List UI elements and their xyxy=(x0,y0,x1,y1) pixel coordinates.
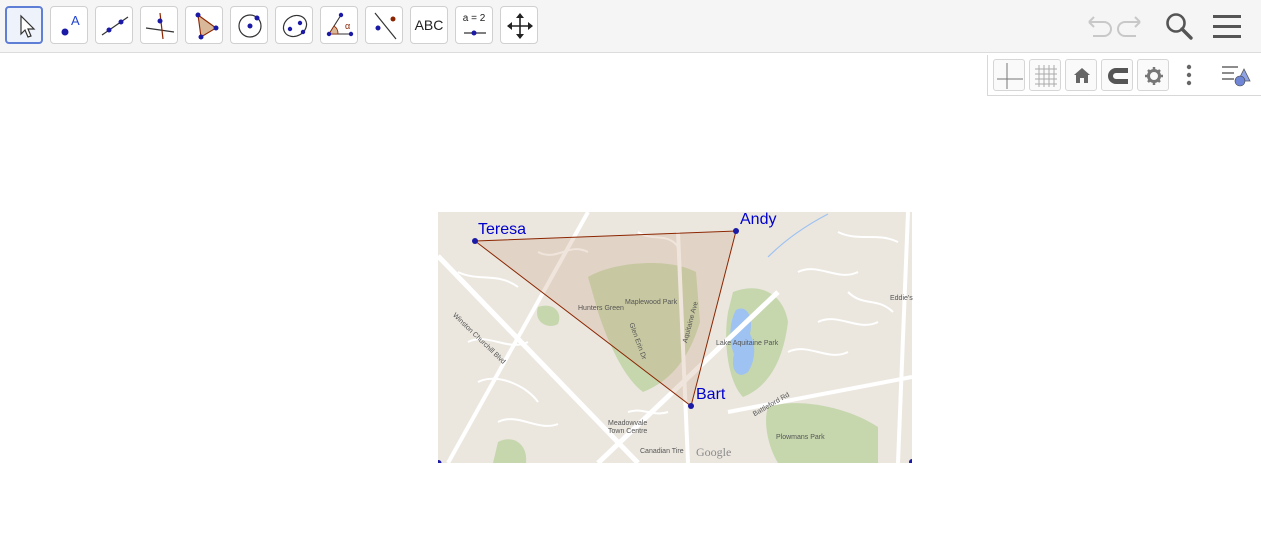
text-tool-label: ABC xyxy=(414,17,444,33)
polygon-tool-button[interactable] xyxy=(185,6,223,44)
axes-icon xyxy=(997,63,1023,89)
redo-icon xyxy=(1117,16,1141,37)
circle-icon xyxy=(238,14,262,38)
circle-tool-button[interactable] xyxy=(230,6,268,44)
more-icon xyxy=(1186,64,1192,86)
text-tool-button[interactable]: ABC xyxy=(410,6,448,44)
reflect-icon xyxy=(374,12,397,40)
search-button[interactable] xyxy=(1161,8,1197,44)
map-image[interactable]: Hunters Green Maplewood Park Lake Aquita… xyxy=(435,211,915,466)
map-label-maplewood-park: Maplewood Park xyxy=(625,299,678,306)
ellipse-tool-button[interactable] xyxy=(275,6,313,44)
undo-icon xyxy=(1088,16,1112,37)
slider-tool-button[interactable]: a = 2 xyxy=(455,6,493,44)
point-icon xyxy=(61,28,69,36)
settings-button[interactable] xyxy=(1137,59,1169,91)
perpendicular-tool-button[interactable] xyxy=(140,6,178,44)
graphics-style-bar xyxy=(987,55,1261,96)
point-tool-letter: A xyxy=(71,13,80,28)
search-icon xyxy=(1166,13,1193,40)
redo-button[interactable] xyxy=(1115,8,1151,44)
axes-toggle-button[interactable] xyxy=(993,59,1025,91)
move-tool-button[interactable] xyxy=(5,6,43,44)
map-label-canadian-tire: Canadian Tire xyxy=(640,448,684,455)
menu-icon xyxy=(1213,15,1241,38)
reflect-tool-button[interactable] xyxy=(365,6,403,44)
grid-icon xyxy=(1035,65,1057,87)
teresa-label[interactable]: Teresa xyxy=(478,221,526,239)
toolbar: A α ABC a = 2 xyxy=(0,0,1261,53)
style-bar-toggle-icon xyxy=(1222,66,1251,87)
map-label-hunters-green: Hunters Green xyxy=(578,305,624,312)
line-tool-button[interactable] xyxy=(95,6,133,44)
cursor-arrow-icon xyxy=(20,14,36,38)
perpendicular-line-icon xyxy=(145,12,175,40)
line-icon xyxy=(101,16,129,36)
map-label-meadowvale-town-centre: Meadowvale Town Centre xyxy=(608,420,648,435)
angle-icon xyxy=(326,12,354,37)
angle-tool-button[interactable]: α xyxy=(320,6,358,44)
style-bar-toggle-button[interactable] xyxy=(1220,59,1252,91)
move-graphics-tool-button[interactable] xyxy=(500,6,538,44)
angle-alpha-label: α xyxy=(345,21,351,31)
more-options-button[interactable] xyxy=(1173,59,1205,91)
gear-icon xyxy=(1145,67,1163,85)
ellipse-icon xyxy=(282,14,308,38)
grid-toggle-button[interactable] xyxy=(1029,59,1061,91)
map-canvas xyxy=(435,211,915,466)
point-tool-button[interactable]: A xyxy=(50,6,88,44)
map-label-plowmans-park: Plowmans Park xyxy=(776,434,825,441)
polygon-icon xyxy=(195,12,219,40)
andy-point[interactable] xyxy=(733,228,739,234)
main-menu-button[interactable] xyxy=(1209,8,1245,44)
andy-label[interactable]: Andy xyxy=(740,211,776,229)
bart-label[interactable]: Bart xyxy=(696,386,725,404)
map-label-eddies: Eddie's xyxy=(890,295,913,302)
map-label-lake-aquitaine-park: Lake Aquitaine Park xyxy=(716,340,779,347)
point-capturing-button[interactable] xyxy=(1101,59,1133,91)
map-attribution: Google xyxy=(696,445,732,459)
move-arrows-icon xyxy=(507,13,533,39)
slider-icon xyxy=(464,30,486,36)
undo-button[interactable] xyxy=(1078,8,1114,44)
standard-view-button[interactable] xyxy=(1065,59,1097,91)
bart-point[interactable] xyxy=(688,403,694,409)
magnet-icon xyxy=(1108,68,1128,84)
home-icon xyxy=(1074,68,1090,83)
